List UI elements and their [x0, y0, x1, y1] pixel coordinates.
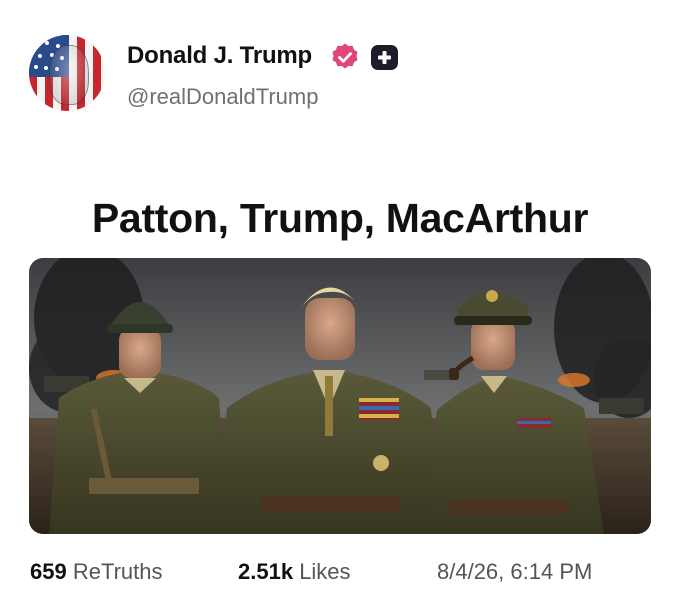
verified-badge-icon: [332, 43, 358, 69]
plus-badge[interactable]: [371, 45, 398, 70]
post-image[interactable]: [29, 258, 651, 534]
retruths-count[interactable]: 659 ReTruths: [30, 559, 163, 585]
post-text: Patton, Trump, MacArthur: [91, 195, 589, 241]
likes-label: Likes: [299, 559, 351, 584]
retruths-label: ReTruths: [72, 559, 163, 584]
generals-illustration: [29, 258, 651, 534]
display-name[interactable]: Donald J. Trump: [127, 42, 312, 70]
avatar-portrait: [49, 45, 89, 105]
likes-count[interactable]: 2.51k Likes: [238, 559, 351, 585]
avatar[interactable]: [29, 35, 105, 111]
retruths-number: 659: [30, 559, 67, 584]
truth-post: Donald J. Trump @realDonaldTrump Patton,…: [0, 0, 680, 597]
user-handle[interactable]: @realDonaldTrump: [127, 84, 318, 110]
likes-number: 2.51k: [238, 559, 294, 584]
plus-icon: [378, 51, 391, 64]
post-timestamp[interactable]: 8/4/26, 6:14 PM: [437, 559, 592, 585]
